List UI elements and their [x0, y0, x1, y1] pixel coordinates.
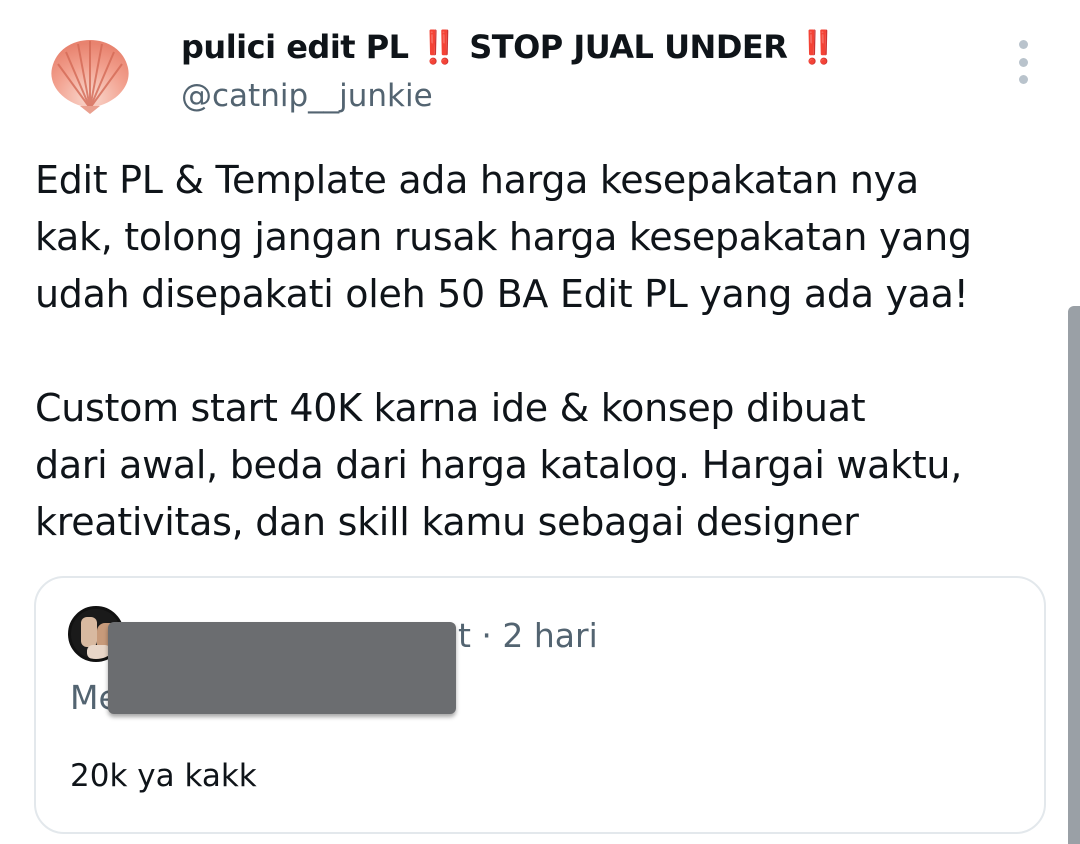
- more-vertical-icon[interactable]: [1010, 40, 1036, 84]
- dot: [1018, 57, 1028, 67]
- tweet-line: Custom start 40K karna ide & konsep dibu…: [35, 386, 866, 430]
- quoted-tweet-card[interactable]: t · 2 hari Me 20k ya kakk: [34, 576, 1046, 834]
- display-name-text: pulici edit PL: [181, 28, 420, 66]
- tweet-text: Edit PL & Template ada harga kesepakatan…: [35, 152, 1045, 551]
- double-exclamation-emoji: ‼️: [419, 28, 459, 66]
- author-avatar[interactable]: [44, 34, 136, 116]
- tweet-line: Edit PL & Template ada harga kesepakatan…: [35, 158, 919, 202]
- dot: [1018, 40, 1028, 49]
- seashell-icon: [51, 40, 129, 114]
- quoted-meta: t · 2 hari: [458, 616, 598, 655]
- quoted-text: 20k ya kakk: [70, 758, 257, 794]
- dot: [1018, 75, 1028, 84]
- tweet-line: dari awal, beda dari harga katalog. Harg…: [35, 443, 962, 487]
- tweet-line: kreativitas, dan skill kamu sebagai desi…: [35, 500, 859, 544]
- author-display-name[interactable]: pulici edit PL ‼️ STOP JUAL UNDER ‼️: [181, 28, 838, 66]
- scrollbar[interactable]: [1068, 306, 1080, 844]
- author-handle[interactable]: @catnip__junkie: [181, 78, 433, 114]
- double-exclamation-emoji-2: ‼️: [798, 28, 838, 66]
- tweet-line: kak, tolong jangan rusak harga kesepakat…: [35, 215, 972, 259]
- tweet-line: udah disepakati oleh 50 BA Edit PL yang …: [35, 272, 969, 316]
- redaction-box: [108, 622, 456, 714]
- display-name-text-2: STOP JUAL UNDER: [458, 28, 799, 66]
